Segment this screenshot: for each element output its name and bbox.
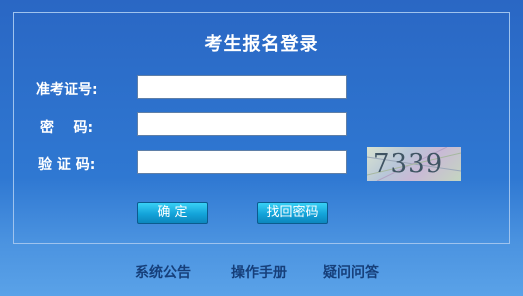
announcement-link[interactable]: 系统公告 — [135, 262, 191, 282]
confirm-button[interactable]: 确 定 — [137, 202, 208, 224]
recover-password-button[interactable]: 找回密码 — [257, 202, 328, 224]
captcha-image[interactable]: 7339 — [367, 147, 461, 181]
page-title: 考生报名登录 — [204, 34, 319, 55]
exam-id-input[interactable] — [137, 75, 347, 99]
password-label: 密 码: — [40, 120, 94, 136]
captcha-input[interactable] — [137, 150, 347, 174]
manual-link[interactable]: 操作手册 — [231, 262, 287, 282]
captcha-text: 7339 — [373, 149, 444, 179]
password-input[interactable] — [137, 112, 347, 136]
exam-id-label: 准考证号: — [36, 82, 98, 98]
faq-link[interactable]: 疑问问答 — [323, 262, 379, 282]
captcha-label: 验 证 码: — [38, 157, 96, 173]
